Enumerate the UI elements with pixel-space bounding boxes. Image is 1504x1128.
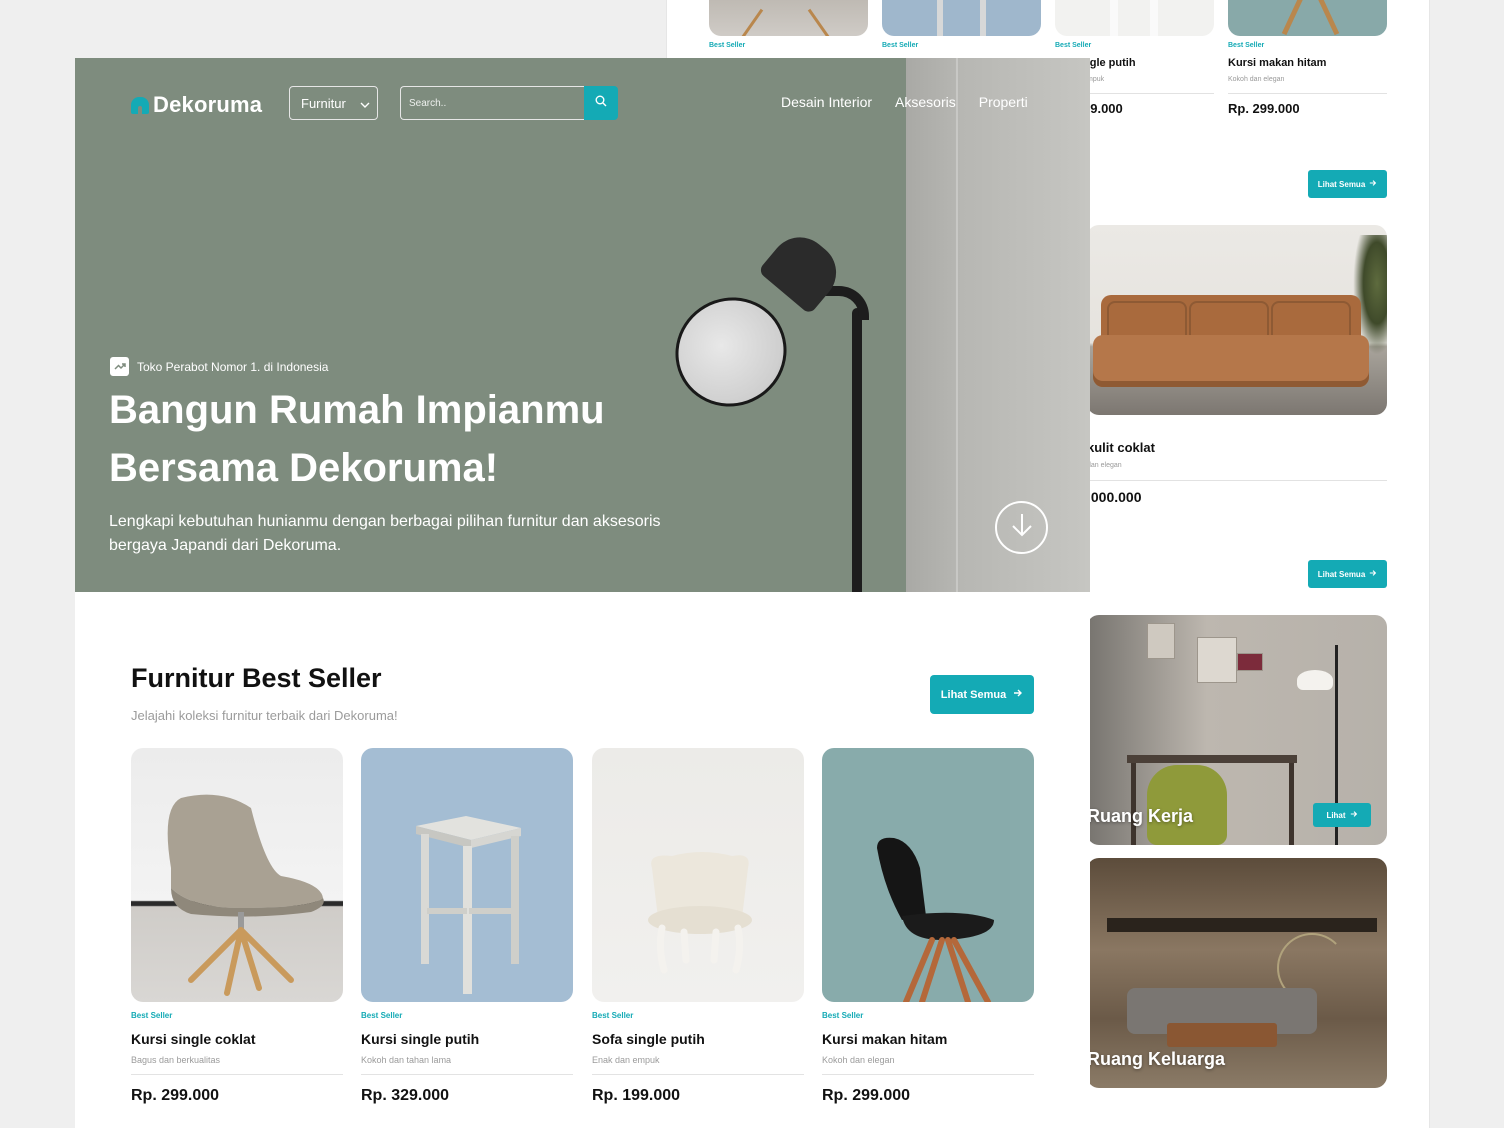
- search-bar: [400, 86, 618, 120]
- product-price: Rp. 299.000: [131, 1087, 220, 1104]
- divider: [592, 1074, 804, 1075]
- hero-banner: Dekoruma Furnitur Desain Interior Akseso…: [75, 58, 1090, 592]
- see-all-button[interactable]: Lihat Semua: [1308, 170, 1387, 198]
- product-thumb[interactable]: [709, 0, 868, 36]
- best-seller-badge: Best Seller: [709, 42, 746, 49]
- hero-title-line1: Bangun Rumah Impianmu: [109, 388, 605, 432]
- hero-wall-decor: [906, 58, 1090, 592]
- logo[interactable]: Dekoruma: [131, 92, 262, 118]
- product-desc: Bagus dan berkualitas: [131, 1055, 221, 1065]
- trending-up-icon: [110, 357, 129, 376]
- room-card-work[interactable]: Ruang Kerja Lihat: [1087, 615, 1387, 845]
- chevron-down-icon: [360, 96, 370, 111]
- home-logo-icon: [131, 96, 149, 114]
- main-page: Dekoruma Furnitur Desain Interior Akseso…: [75, 58, 1090, 1128]
- product-card[interactable]: Best Seller Sofa single putih Enak dan e…: [592, 748, 804, 1105]
- search-button[interactable]: [584, 86, 618, 120]
- product-card[interactable]: Best Seller Kursi single putih Kokoh dan…: [361, 748, 573, 1105]
- best-seller-badge: Best Seller: [1055, 42, 1092, 49]
- product-image[interactable]: [822, 748, 1034, 1002]
- divider: [822, 1074, 1034, 1075]
- product-price: .000.000: [1087, 489, 1142, 505]
- hero-title-line2: Bersama Dekoruma!: [109, 446, 499, 490]
- hero-tagline: Toko Perabot Nomor 1. di Indonesia: [110, 357, 328, 376]
- product-price: Rp. 199.000: [592, 1087, 681, 1104]
- product-desc: Kokoh dan tahan lama: [361, 1055, 452, 1065]
- lamp-illustration: [852, 308, 862, 592]
- section-subtitle: Jelajahi koleksi furnitur terbaik dari D…: [131, 708, 398, 723]
- product-desc: Kokoh dan elegan: [822, 1055, 895, 1065]
- search-input[interactable]: [400, 86, 584, 120]
- room-label: Ruang Kerja: [1087, 806, 1194, 826]
- logo-text: Dekoruma: [153, 92, 263, 117]
- product-name[interactable]: kulit coklat: [1087, 440, 1155, 455]
- best-seller-badge: Best Seller: [361, 1011, 403, 1020]
- product-card[interactable]: Best Seller Kursi single coklat Bagus da…: [131, 748, 343, 1105]
- search-icon: [595, 94, 607, 112]
- nav-link-property[interactable]: Properti: [979, 94, 1028, 110]
- divider: [131, 1074, 343, 1075]
- arrow-down-icon: [1010, 511, 1034, 544]
- see-all-button[interactable]: Lihat Semua: [1308, 560, 1387, 588]
- product-name[interactable]: Sofa single putih: [592, 1031, 804, 1047]
- product-desc: Enak dan empuk: [592, 1055, 660, 1065]
- arrow-right-icon: [1350, 810, 1358, 820]
- hero-description: Lengkapi kebutuhan hunianmu dengan berba…: [109, 513, 661, 554]
- divider: [1087, 480, 1387, 481]
- product-price: Rp. 329.000: [361, 1087, 450, 1104]
- product-name[interactable]: Kursi makan hitam: [1228, 57, 1326, 69]
- product-name[interactable]: ngle putih: [1083, 57, 1136, 69]
- category-select-value: Furnitur: [301, 95, 346, 111]
- room-see-button[interactable]: Lihat: [1313, 803, 1371, 827]
- product-image[interactable]: [361, 748, 573, 1002]
- section-title: Furnitur Best Seller: [131, 663, 382, 693]
- best-seller-badge: Best Seller: [1228, 42, 1265, 49]
- room-label: Ruang Keluarga: [1087, 1049, 1226, 1069]
- see-all-button[interactable]: Lihat Semua: [930, 675, 1034, 714]
- product-desc: Kokoh dan elegan: [1228, 76, 1285, 83]
- best-seller-badge: Best Seller: [131, 1011, 173, 1020]
- room-card-family[interactable]: Ruang Keluarga: [1087, 858, 1387, 1088]
- product-name[interactable]: Kursi makan hitam: [822, 1031, 1034, 1047]
- see-all-label: Lihat Semua: [1317, 179, 1366, 189]
- category-select[interactable]: Furnitur: [289, 86, 378, 120]
- arrow-right-icon: [1369, 569, 1377, 579]
- hero-title: Bangun Rumah Impianmu Bersama Dekoruma!: [109, 381, 729, 497]
- product-image[interactable]: [592, 748, 804, 1002]
- best-seller-badge: Best Seller: [592, 1011, 634, 1020]
- sofa-product-image[interactable]: [1087, 225, 1387, 415]
- product-image[interactable]: [131, 748, 343, 1002]
- nav-link-accessories[interactable]: Aksesoris: [895, 94, 956, 110]
- tagline-text: Toko Perabot Nomor 1. di Indonesia: [137, 359, 329, 374]
- product-thumb[interactable]: [882, 0, 1041, 36]
- best-seller-badge: Best Seller: [822, 1011, 864, 1020]
- see-all-label: Lihat Semua: [940, 688, 1007, 701]
- best-seller-badge: Best Seller: [882, 42, 919, 49]
- divider: [1228, 93, 1387, 94]
- nav-link-interior[interactable]: Desain Interior: [781, 94, 872, 110]
- product-desc: dan elegan: [1087, 462, 1122, 469]
- product-thumb[interactable]: [1228, 0, 1387, 36]
- scroll-down-button[interactable]: [995, 501, 1048, 554]
- arrow-right-icon: [1369, 179, 1377, 189]
- arrow-right-icon: [1013, 688, 1023, 701]
- product-thumb[interactable]: [1055, 0, 1214, 36]
- product-name[interactable]: Kursi single coklat: [131, 1031, 343, 1047]
- product-price: Rp. 299.000: [822, 1087, 911, 1104]
- divider: [361, 1074, 573, 1075]
- room-see-label: Lihat: [1326, 810, 1346, 820]
- product-card[interactable]: Best Seller Kursi makan hitam Kokoh dan …: [822, 748, 1034, 1105]
- product-price: Rp. 299.000: [1228, 101, 1300, 116]
- see-all-label: Lihat Semua: [1317, 569, 1366, 579]
- main-nav: Desain Interior Aksesoris Properti: [781, 94, 1028, 110]
- product-name[interactable]: Kursi single putih: [361, 1031, 573, 1047]
